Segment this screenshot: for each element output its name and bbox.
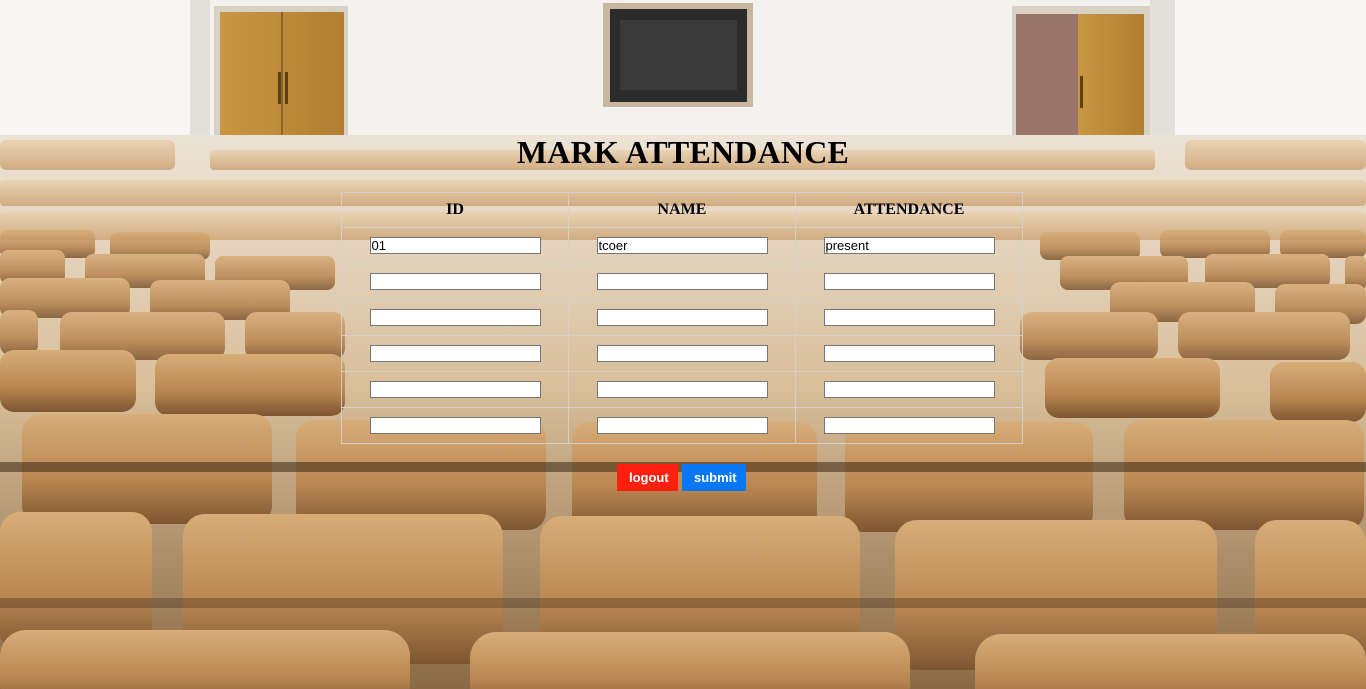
table-cell [341,335,569,372]
table-row [341,335,1023,372]
id-input[interactable] [369,236,541,254]
page: MARK ATTENDANCE ID NAME ATTENDANCE 01 tc… [0,0,1366,689]
name-input[interactable] [596,380,768,398]
logout-button[interactable]: logout [617,464,678,491]
table-cell [795,371,1023,408]
id-input[interactable] [369,416,541,434]
table-row [341,263,1023,300]
attendance-input[interactable] [823,236,995,254]
name-input[interactable] [596,308,768,326]
table-cell [341,371,569,408]
attendance-table: ID NAME ATTENDANCE [341,192,1023,444]
name-input[interactable] [596,236,768,254]
table-cell [568,263,796,300]
submit-button[interactable]: submit [682,464,746,491]
table-row [341,227,1023,264]
table-cell [795,263,1023,300]
page-title: MARK ATTENDANCE [516,134,850,170]
id-input[interactable] [369,272,541,290]
column-header-attendance: ATTENDANCE [795,192,1023,228]
table-cell [341,227,569,264]
id-input[interactable] [369,380,541,398]
attendance-input[interactable] [823,416,995,434]
table-row [341,371,1023,408]
attendance-input[interactable] [823,344,995,362]
table-cell [795,299,1023,336]
attendance-input[interactable] [823,380,995,398]
table-row [341,299,1023,336]
table-cell [795,335,1023,372]
table-cell [568,407,796,444]
id-input[interactable] [369,308,541,326]
table-row [341,407,1023,444]
column-header-id: ID [341,192,569,228]
table-cell [341,263,569,300]
column-header-name: NAME [568,192,796,228]
action-buttons: logout submit [617,464,746,491]
table-cell [795,227,1023,264]
attendance-input[interactable] [823,272,995,290]
table-cell [795,407,1023,444]
table-cell [568,335,796,372]
attendance-input[interactable] [823,308,995,326]
table-cell [568,371,796,408]
table-cell [341,299,569,336]
table-header-row: ID NAME ATTENDANCE [341,192,1023,228]
id-input[interactable] [369,344,541,362]
name-input[interactable] [596,416,768,434]
table-cell [341,407,569,444]
table-cell [568,227,796,264]
name-input[interactable] [596,272,768,290]
table-cell [568,299,796,336]
name-input[interactable] [596,344,768,362]
